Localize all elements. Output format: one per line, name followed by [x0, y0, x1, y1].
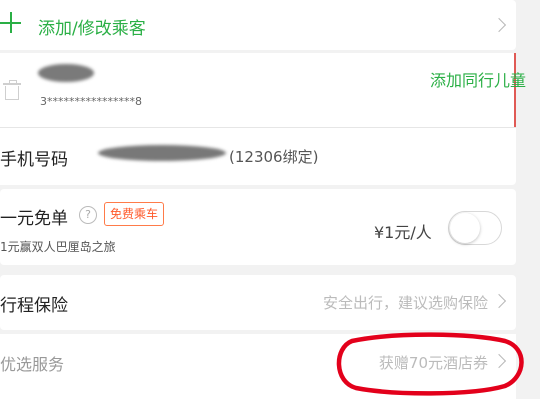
help-icon[interactable]: ? [79, 206, 97, 224]
plus-icon [0, 12, 22, 34]
divider [0, 127, 516, 128]
free-ride-badge: 免费乘车 [104, 202, 165, 226]
one-yuan-free-subtitle: 1元赢双人巴厘岛之旅 [0, 240, 116, 254]
one-yuan-free-price: ¥1元/人 [374, 223, 432, 242]
trash-icon[interactable] [3, 80, 21, 100]
chevron-right-icon [491, 17, 507, 33]
phone-label: 手机号码 [0, 150, 68, 170]
trip-insurance-hint: 安全出行，建议选购保险 [322, 294, 488, 312]
preferred-services-label: 优选服务 [0, 355, 65, 374]
hotel-coupon-hint: 获赠70元酒店券 [378, 354, 488, 372]
one-yuan-free-toggle[interactable] [448, 211, 502, 245]
passenger-id-masked: 3****************8 [40, 95, 142, 108]
toggle-knob [450, 213, 480, 243]
add-passenger-label: 添加/修改乘客 [38, 19, 146, 39]
add-passenger-row[interactable]: 添加/修改乘客 [0, 0, 516, 50]
phone-number-redacted[interactable] [98, 145, 226, 161]
add-child-button[interactable]: 添加同行儿童 [430, 67, 526, 91]
trip-insurance-label: 行程保险 [0, 296, 68, 316]
phone-suffix: (12306绑定) [229, 148, 319, 166]
passenger-name-redacted [38, 64, 94, 82]
one-yuan-free-title: 一元免单 [0, 209, 68, 229]
